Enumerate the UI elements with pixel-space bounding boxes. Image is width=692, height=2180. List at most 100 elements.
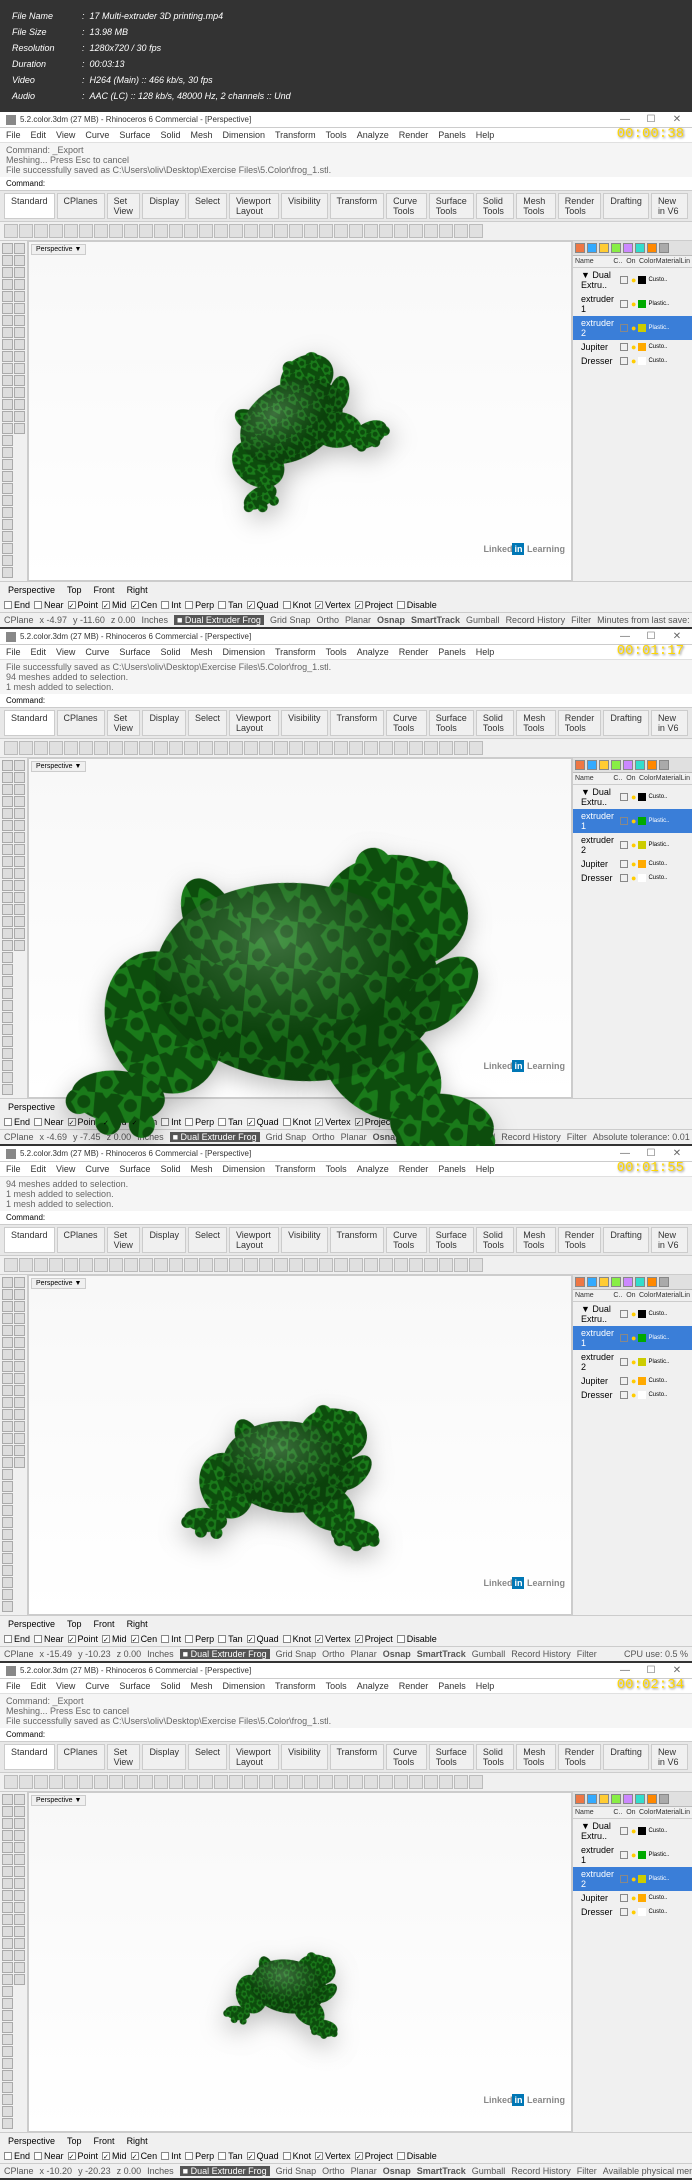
menu-edit[interactable]: Edit [31, 1681, 47, 1691]
panel-tab-icon-7[interactable] [659, 1794, 669, 1804]
tool-17[interactable] [2, 1481, 13, 1492]
toolbar-button-9[interactable] [139, 224, 153, 238]
bulb-icon[interactable]: ● [631, 1357, 636, 1367]
menu-view[interactable]: View [56, 1164, 75, 1174]
tool-35[interactable] [14, 1878, 25, 1889]
layer-color-swatch[interactable] [638, 300, 646, 308]
tool-20[interactable] [2, 1517, 13, 1528]
toolbar-button-3[interactable] [49, 224, 63, 238]
toolbar-button-1[interactable] [19, 224, 33, 238]
toolbar-button-30[interactable] [454, 1775, 468, 1789]
tab-solid-tools[interactable]: Solid Tools [476, 193, 514, 219]
toolbar-button-21[interactable] [319, 1775, 333, 1789]
tool-36[interactable] [14, 1373, 25, 1384]
command-line[interactable]: Command: [0, 1211, 692, 1225]
osnap-vertex[interactable]: Vertex [315, 600, 351, 610]
tab-display[interactable]: Display [142, 1227, 186, 1253]
layer-color-swatch[interactable] [638, 1310, 646, 1318]
tool-34[interactable] [14, 1866, 25, 1877]
tool-33[interactable] [14, 1337, 25, 1348]
tab-visibility[interactable]: Visibility [281, 1744, 327, 1770]
view-tab-front[interactable]: Front [90, 584, 119, 596]
tab-mesh-tools[interactable]: Mesh Tools [516, 1744, 556, 1770]
menu-file[interactable]: File [6, 1164, 21, 1174]
tool-0[interactable] [2, 1277, 13, 1288]
toolbar-button-22[interactable] [334, 224, 348, 238]
toolbar-button-25[interactable] [379, 1258, 393, 1272]
layer-current-icon[interactable] [620, 300, 628, 308]
tab-mesh-tools[interactable]: Mesh Tools [516, 1227, 556, 1253]
osnap-near[interactable]: Near [34, 2151, 64, 2161]
layer-color-swatch[interactable] [638, 1908, 646, 1916]
osnap-point[interactable]: Point [68, 2151, 99, 2161]
tool-9[interactable] [2, 1902, 13, 1913]
tab-render-tools[interactable]: Render Tools [558, 1227, 602, 1253]
panel-tab-icon-3[interactable] [611, 1277, 621, 1287]
tab-viewport-layout[interactable]: Viewport Layout [229, 1744, 279, 1770]
menu-mesh[interactable]: Mesh [190, 130, 212, 140]
tab-new-in-v6[interactable]: New in V6 [651, 1227, 688, 1253]
tool-17[interactable] [2, 447, 13, 458]
toolbar-button-7[interactable] [109, 224, 123, 238]
layer-row-1[interactable]: extruder 1 ● Plastic.. [573, 1326, 692, 1350]
tool-41[interactable] [14, 1433, 25, 1444]
osnap-knot[interactable]: Knot [283, 1634, 312, 1644]
tab-surface-tools[interactable]: Surface Tools [429, 193, 474, 219]
tab-select[interactable]: Select [188, 1744, 227, 1770]
toolbar-button-2[interactable] [34, 1775, 48, 1789]
menu-curve[interactable]: Curve [85, 647, 109, 657]
osnap-end[interactable]: End [4, 1634, 30, 1644]
tool-27[interactable] [2, 1601, 13, 1612]
layer-row-1[interactable]: extruder 1 ● Plastic.. [573, 292, 692, 316]
maximize-button[interactable]: ☐ [642, 114, 660, 125]
close-button[interactable]: ✕ [668, 1148, 686, 1159]
menu-file[interactable]: File [6, 1681, 21, 1691]
tab-render-tools[interactable]: Render Tools [558, 710, 602, 736]
tool-40[interactable] [14, 1421, 25, 1432]
toolbar-button-18[interactable] [274, 1775, 288, 1789]
tool-23[interactable] [2, 2070, 13, 2081]
view-tab-top[interactable]: Top [63, 1618, 86, 1630]
menu-edit[interactable]: Edit [31, 1164, 47, 1174]
toolbar-button-24[interactable] [364, 1258, 378, 1272]
tool-13[interactable] [2, 916, 13, 927]
tool-10[interactable] [2, 1914, 13, 1925]
toolbar-button-24[interactable] [364, 224, 378, 238]
toolbar-button-0[interactable] [4, 1258, 18, 1272]
tool-10[interactable] [2, 880, 13, 891]
layer-current-icon[interactable] [620, 1310, 628, 1318]
tool-25[interactable] [2, 1577, 13, 1588]
tool-8[interactable] [2, 339, 13, 350]
toolbar-button-7[interactable] [109, 1775, 123, 1789]
menu-solid[interactable]: Solid [160, 1681, 180, 1691]
toolbar-button-22[interactable] [334, 1775, 348, 1789]
toolbar-button-8[interactable] [124, 224, 138, 238]
tool-30[interactable] [14, 1301, 25, 1312]
toolbar-button-16[interactable] [244, 1775, 258, 1789]
toolbar-button-19[interactable] [289, 1258, 303, 1272]
tool-8[interactable] [2, 1373, 13, 1384]
toolbar-button-12[interactable] [184, 224, 198, 238]
menu-tools[interactable]: Tools [326, 1164, 347, 1174]
osnap-knot[interactable]: Knot [283, 600, 312, 610]
tool-12[interactable] [2, 904, 13, 915]
toolbar-button-17[interactable] [259, 224, 273, 238]
menu-file[interactable]: File [6, 130, 21, 140]
tool-19[interactable] [2, 2022, 13, 2033]
layer-color-swatch[interactable] [638, 1391, 646, 1399]
tab-surface-tools[interactable]: Surface Tools [429, 1227, 474, 1253]
viewport[interactable]: Perspective ▼ [28, 1792, 572, 2132]
toolbar-button-23[interactable] [349, 1258, 363, 1272]
panel-tab-icon-5[interactable] [635, 1277, 645, 1287]
tab-mesh-tools[interactable]: Mesh Tools [516, 710, 556, 736]
layer-current-icon[interactable] [620, 793, 628, 801]
tab-set-view[interactable]: Set View [107, 1744, 141, 1770]
view-tab-top[interactable]: Top [63, 584, 86, 596]
tool-19[interactable] [2, 471, 13, 482]
tool-30[interactable] [14, 1818, 25, 1829]
tab-standard[interactable]: Standard [4, 1227, 55, 1253]
tab-cplanes[interactable]: CPlanes [57, 1227, 105, 1253]
toolbar-button-20[interactable] [304, 1775, 318, 1789]
layer-current-icon[interactable] [620, 874, 628, 882]
tool-34[interactable] [14, 315, 25, 326]
